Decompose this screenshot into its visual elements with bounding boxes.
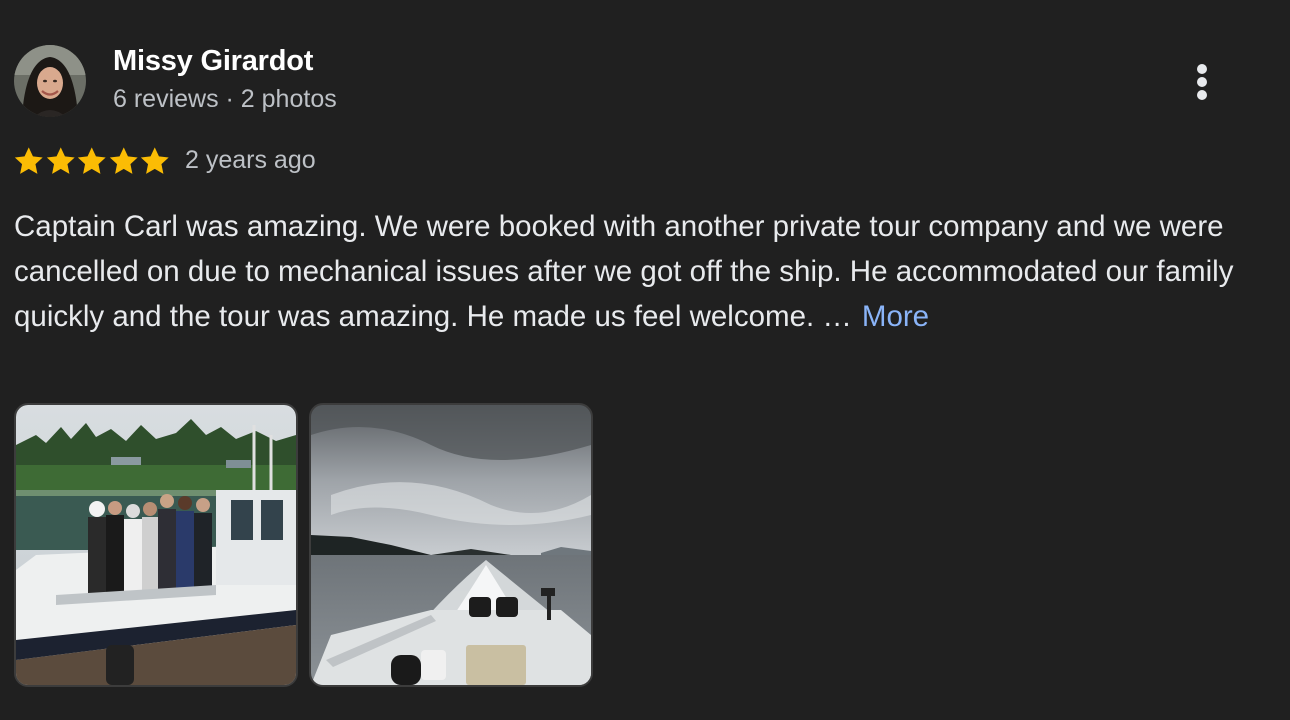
star-rating <box>13 145 171 177</box>
avatar-image <box>14 45 86 117</box>
menu-dot <box>1197 77 1207 87</box>
author-meta: 6 reviews · 2 photos <box>113 85 337 113</box>
group-on-boat-photo <box>16 405 296 685</box>
author-name[interactable]: Missy Girardot <box>113 45 313 78</box>
review-photo-group-on-boat[interactable] <box>14 403 298 687</box>
review-photo-boat-wake[interactable] <box>309 403 593 687</box>
author-avatar[interactable] <box>14 45 86 117</box>
review-date: 2 years ago <box>185 146 316 174</box>
star-icon <box>140 147 169 174</box>
star-icon <box>14 147 43 174</box>
menu-dot <box>1197 64 1207 74</box>
more-vert-icon[interactable] <box>1180 58 1224 106</box>
star-icon <box>77 147 106 174</box>
more-link[interactable]: More <box>862 300 929 333</box>
menu-dot <box>1197 90 1207 100</box>
review-card: Missy Girardot 6 reviews · 2 photos 2 ye… <box>0 0 1290 720</box>
star-icon <box>109 147 138 174</box>
review-text: Captain Carl was amazing. We were booked… <box>14 204 1264 339</box>
review-body: Captain Carl was amazing. We were booked… <box>14 210 1234 333</box>
star-icon <box>46 147 75 174</box>
boat-wake-photo <box>311 405 591 685</box>
